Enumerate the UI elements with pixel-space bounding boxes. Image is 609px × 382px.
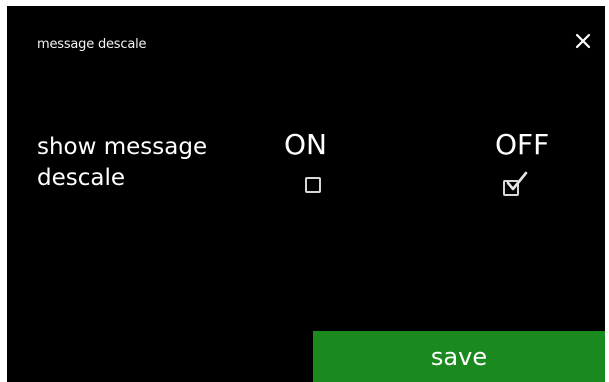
save-button[interactable]: save	[313, 331, 605, 382]
settings-screen: message descale show message descale ON …	[7, 6, 605, 382]
off-checkbox[interactable]	[503, 180, 519, 196]
screen-title: message descale	[37, 37, 147, 52]
setting-label-line1: show message	[37, 134, 208, 160]
close-icon[interactable]	[572, 30, 594, 52]
save-button-label: save	[430, 342, 488, 371]
setting-label-line2: descale	[37, 165, 126, 191]
option-on-label: ON	[284, 128, 327, 161]
on-checkbox[interactable]	[305, 177, 321, 193]
option-off-label: OFF	[495, 128, 550, 161]
setting-label: show message descale	[37, 132, 207, 194]
